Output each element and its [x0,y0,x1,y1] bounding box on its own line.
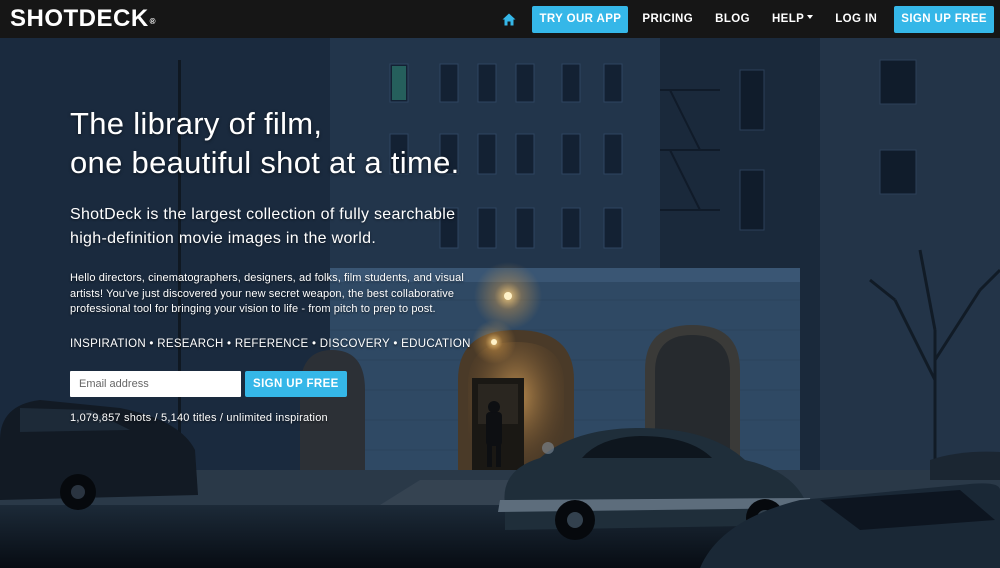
top-navigation-bar: SHOTDECK® TRY OUR APP PRICING BLOG HELP … [0,0,1000,38]
hero-tagline-list: INSPIRATION • RESEARCH • REFERENCE • DIS… [70,337,471,350]
library-stats: 1,079,857 shots / 5,140 titles / unlimit… [70,411,328,424]
nav-link-blog[interactable]: BLOG [704,6,761,33]
chevron-down-icon [807,15,814,20]
hero-subheading: ShotDeck is the largest collection of fu… [70,203,590,251]
hero-headline: The library of film, one beautiful shot … [70,104,590,182]
logo-text: SHOTDECK [10,5,149,32]
home-icon[interactable] [498,8,520,30]
shotdeck-logo[interactable]: SHOTDECK® [10,5,156,33]
main-nav: TRY OUR APP PRICING BLOG HELP LOG IN SIG… [498,0,1000,38]
home-icon-glyph [502,13,516,25]
help-label: HELP [771,12,805,25]
hero-content: The library of film, one beautiful shot … [70,104,590,424]
sign-up-free-nav-button[interactable]: SIGN UP FREE [894,5,994,33]
email-signup-form: SIGN UP FREE [70,370,590,397]
email-address-input[interactable] [70,370,241,397]
nav-link-pricing[interactable]: PRICING [631,6,704,33]
headline-line-1: The library of film, [70,106,323,141]
try-our-app-button[interactable]: TRY OUR APP [532,5,629,33]
nav-link-login[interactable]: LOG IN [824,6,888,33]
headline-line-2: one beautiful shot at a time. [70,145,460,180]
sign-up-free-button[interactable]: SIGN UP FREE [245,370,347,397]
registered-mark: ® [149,17,157,26]
subhead-line-2: high-definition movie images in the worl… [70,230,377,247]
nav-dropdown-help[interactable]: HELP [761,6,824,33]
hero-intro-text: Hello directors, cinematographers, desig… [70,272,464,315]
subhead-line-1: ShotDeck is the largest collection of fu… [70,206,456,223]
